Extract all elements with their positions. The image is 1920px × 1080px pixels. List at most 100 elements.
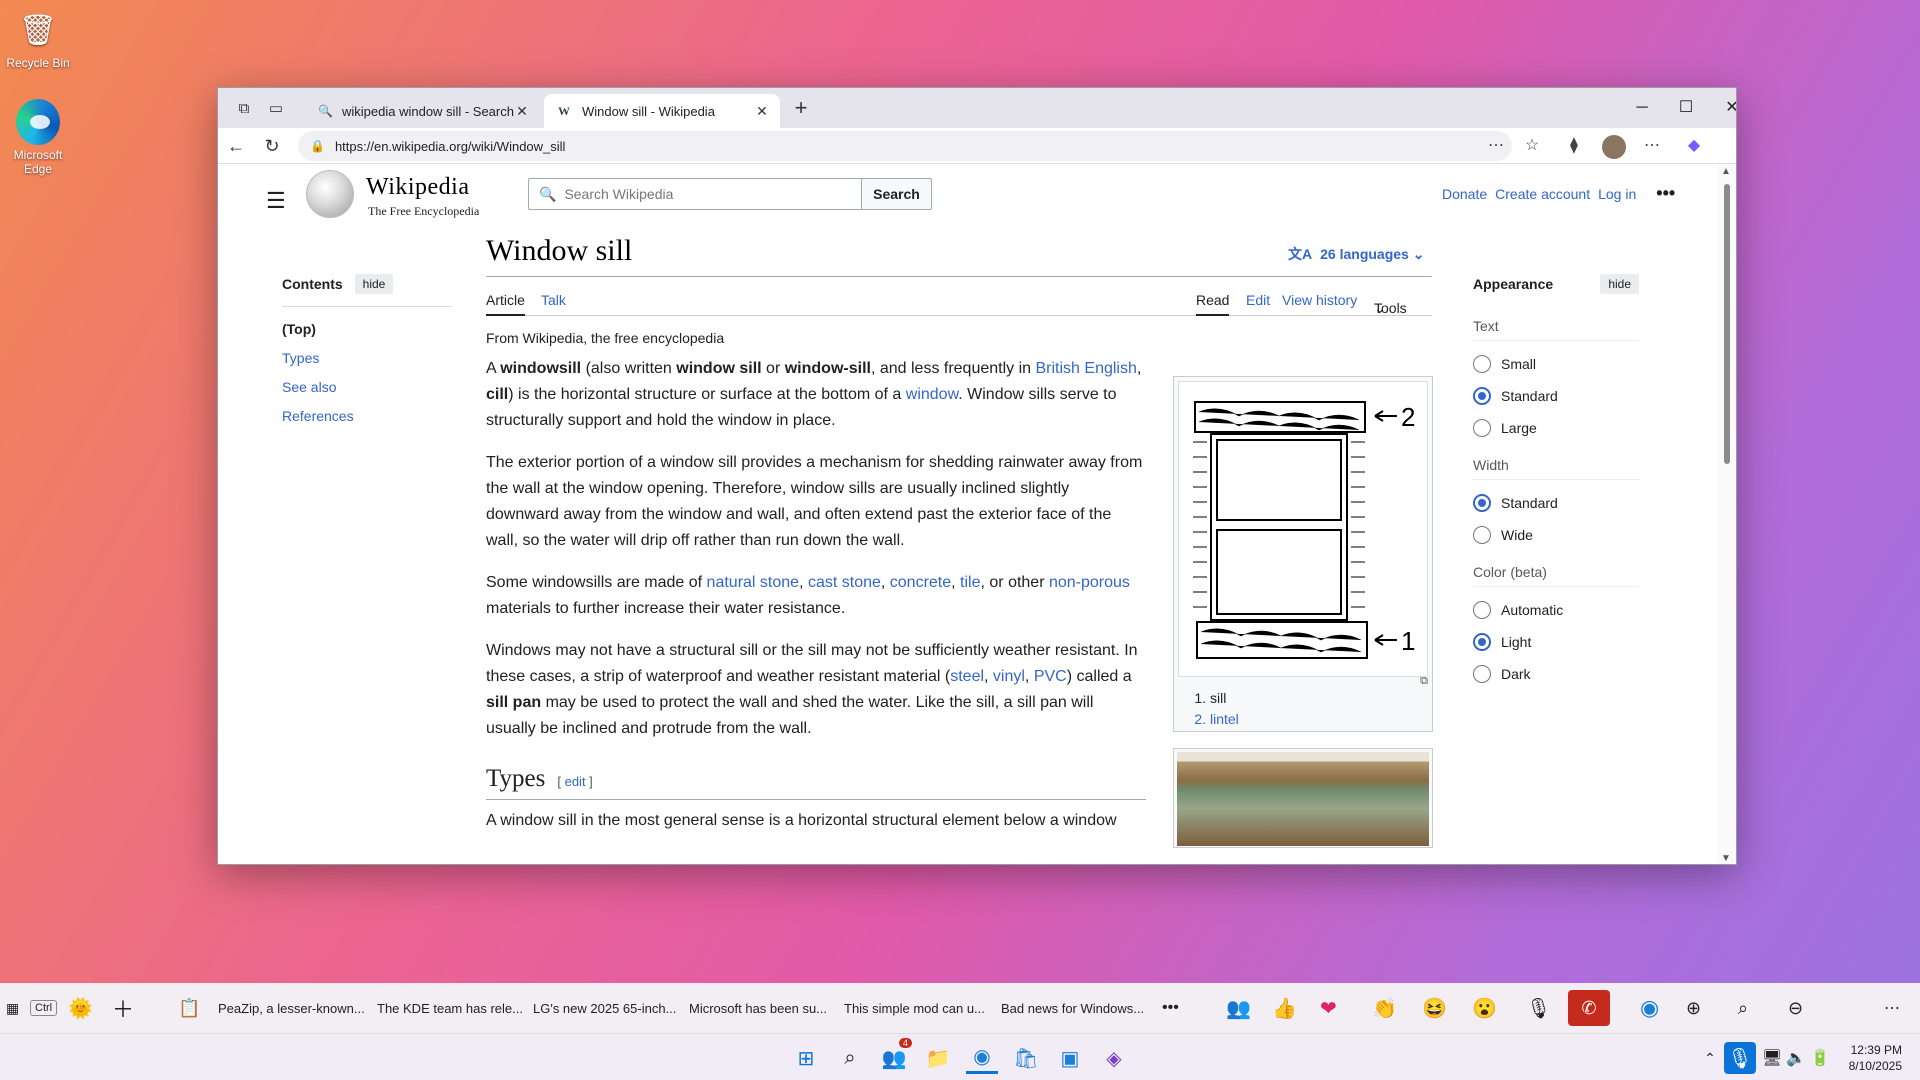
link-concrete[interactable]: concrete (890, 574, 951, 591)
window-sill-diagram[interactable]: 2 1 (1178, 381, 1428, 677)
refresh-button[interactable]: ↻ (258, 133, 286, 159)
zoom-in-icon[interactable]: ⊕ (1686, 983, 1701, 1033)
link-natural-stone[interactable]: natural stone (707, 574, 800, 591)
news-item-4[interactable]: Microsoft has been su... (689, 983, 827, 1033)
link-steel[interactable]: steel (950, 668, 984, 685)
create-account-link[interactable]: Create account (1495, 186, 1590, 202)
read-aloud-icon[interactable]: ⋯ (1482, 133, 1510, 159)
close-window-button[interactable]: ✕ (1712, 94, 1736, 122)
radio-width-wide[interactable]: Wide (1473, 526, 1639, 544)
workspaces-icon[interactable]: ⧉ (232, 96, 256, 120)
add-widget-icon[interactable]: ＋ (112, 983, 134, 1033)
chevron-up-icon[interactable]: ⌃ (1694, 1042, 1726, 1074)
link-vinyl[interactable]: vinyl (993, 668, 1025, 685)
microphone-active-icon[interactable]: 🎙 (1724, 1042, 1756, 1074)
tab-talk[interactable]: Talk (541, 292, 566, 308)
apps-grid-icon[interactable]: ▦ (6, 983, 19, 1033)
overflow-icon[interactable]: ⋯ (1884, 983, 1900, 1033)
edge-desktop-icon[interactable]: Microsoft Edge (0, 99, 78, 176)
search-input[interactable]: 🔍 Search Wikipedia (528, 178, 862, 210)
login-link[interactable]: Log in (1598, 186, 1636, 202)
link-pvc[interactable]: PVC (1034, 668, 1067, 685)
toc-item-types[interactable]: Types (282, 350, 452, 366)
ctrl-key[interactable]: Ctrl (30, 1000, 58, 1016)
link-cast-stone[interactable]: cast stone (808, 574, 881, 591)
visual-studio-icon[interactable]: ◈ (1098, 1042, 1130, 1074)
page-scrollbar[interactable]: ▲ ▼ (1718, 164, 1736, 864)
news-item-3[interactable]: LG's new 2025 65-inch... (533, 983, 676, 1033)
tab-window-sill[interactable]: W Window sill - Wikipedia ✕ (544, 94, 780, 128)
toc-item-references[interactable]: References (282, 408, 452, 424)
radio-text-small[interactable]: Small (1473, 355, 1639, 373)
tab-article[interactable]: Article (486, 292, 525, 316)
new-tab-button[interactable]: + (788, 96, 814, 122)
tab-search[interactable]: 🔍 wikipedia window sill - Search ✕ (304, 94, 540, 128)
news-item-2[interactable]: The KDE team has rele... (377, 983, 523, 1033)
donate-link[interactable]: Donate (1442, 186, 1487, 202)
teams-icon[interactable]: 👥 (1226, 983, 1251, 1033)
battery-icon[interactable]: 🔋 (1804, 1042, 1836, 1074)
link-non-porous[interactable]: non-porous (1049, 574, 1130, 591)
toc-hide-button[interactable]: hide (354, 274, 394, 294)
back-button[interactable]: ← (222, 133, 250, 159)
edge-icon[interactable]: ◉ (1640, 983, 1659, 1033)
radio-color-dark[interactable]: Dark (1473, 665, 1639, 683)
link-tile[interactable]: tile (960, 574, 980, 591)
tab-edit[interactable]: Edit (1246, 292, 1270, 308)
close-tab-icon[interactable]: ✕ (754, 103, 770, 120)
search-icon[interactable]: ⌕ (1738, 983, 1748, 1033)
radio-color-automatic[interactable]: Automatic (1473, 601, 1639, 619)
edit-section-link[interactable]: edit (565, 774, 586, 789)
wikipedia-globe-logo[interactable] (306, 170, 354, 218)
radio-color-light[interactable]: Light (1473, 633, 1639, 651)
edge-taskbar-icon[interactable]: ◉ (966, 1042, 998, 1074)
surprised-icon[interactable]: 😮 (1472, 983, 1497, 1033)
tab-view-history[interactable]: View history (1282, 292, 1357, 308)
search-button[interactable]: Search (862, 178, 932, 210)
toc-item-see-also[interactable]: See also (282, 379, 452, 395)
laugh-icon[interactable]: 😆 (1422, 983, 1447, 1033)
more-options-icon[interactable]: ••• (1656, 184, 1675, 202)
clap-icon[interactable]: 👏 (1372, 983, 1397, 1033)
copilot-icon[interactable]: ◆ (1680, 133, 1708, 159)
main-menu-icon[interactable]: ☰ (266, 188, 286, 214)
recycle-bin-desktop-icon[interactable]: 🗑 Recycle Bin (0, 8, 78, 71)
caption-item-lintel[interactable]: lintel (1210, 709, 1428, 730)
windows-app-icon[interactable]: ▣ (1054, 1042, 1086, 1074)
profile-avatar[interactable] (1602, 135, 1626, 159)
notepad-icon[interactable]: 📋 (178, 983, 200, 1033)
maximize-button[interactable]: ☐ (1666, 94, 1706, 122)
clock[interactable]: 12:39 PM 8/10/2025 (1840, 1042, 1902, 1074)
scroll-thumb[interactable] (1724, 184, 1730, 464)
zoom-out-icon[interactable]: ⊖ (1788, 983, 1803, 1033)
start-icon[interactable]: ⊞ (790, 1042, 822, 1074)
news-item-6[interactable]: Bad news for Windows... (1001, 983, 1144, 1033)
more-news-icon[interactable]: ••• (1162, 983, 1179, 1033)
heart-icon[interactable]: ❤ (1320, 983, 1337, 1033)
favorite-star-icon[interactable]: ☆ (1518, 133, 1546, 159)
extensions-icon[interactable]: ⧫ (1560, 133, 1588, 159)
wikipedia-wordmark[interactable]: Wikipedia (366, 174, 470, 201)
link-window[interactable]: window (906, 386, 958, 403)
store-icon[interactable]: 🛍 (1010, 1042, 1042, 1074)
hang-up-button[interactable]: ✆ (1568, 990, 1610, 1026)
teams-icon[interactable]: 👥 4 (878, 1038, 912, 1074)
file-explorer-icon[interactable]: 📁 (922, 1042, 954, 1074)
radio-text-large[interactable]: Large (1473, 419, 1639, 437)
link-british-english[interactable]: British English (1036, 360, 1137, 377)
languages-button[interactable]: 文A 26 languages ⌄ (1288, 244, 1424, 264)
more-menu-icon[interactable]: ⋯ (1638, 133, 1666, 159)
search-icon[interactable]: ⌕ (834, 1042, 866, 1074)
appearance-hide-button[interactable]: hide (1600, 274, 1639, 294)
close-tab-icon[interactable]: ✕ (514, 103, 530, 120)
tab-read[interactable]: Read (1196, 292, 1230, 316)
window-photo[interactable] (1177, 752, 1429, 846)
toc-item-top[interactable]: (Top) (282, 321, 452, 337)
news-item-1[interactable]: PeaZip, a lesser-known... (218, 983, 365, 1033)
thumbs-up-icon[interactable]: 👍 (1272, 983, 1297, 1033)
minimize-button[interactable]: ─ (1622, 94, 1662, 122)
weather-icon[interactable]: 🌞 (68, 983, 93, 1033)
microphone-icon[interactable]: 🎙 (1526, 983, 1551, 1033)
radio-text-standard[interactable]: Standard (1473, 387, 1639, 405)
vertical-tabs-icon[interactable]: ▭ (264, 96, 288, 120)
